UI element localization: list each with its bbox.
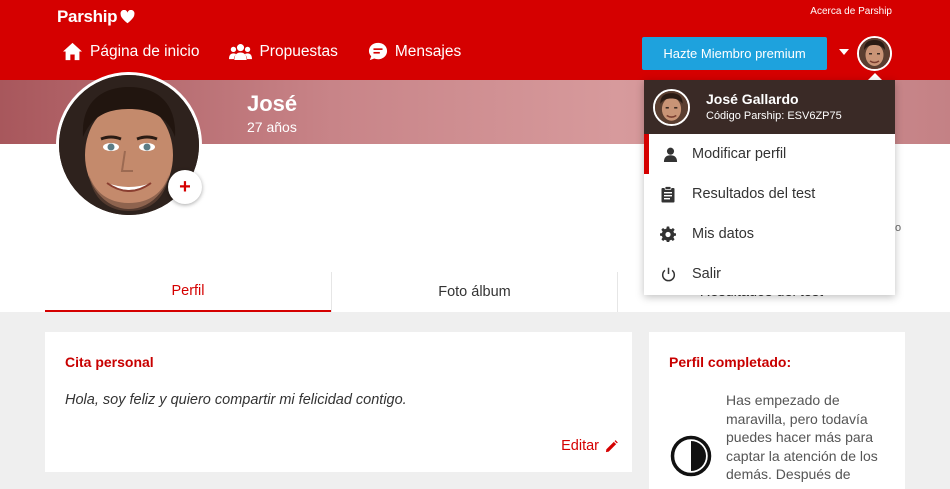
user-icon [663, 147, 678, 162]
user-dropdown-menu: José Gallardo Código Parship: ESV6ZP75 M… [644, 80, 895, 295]
completed-card-text: Has empezado de maravilla, pero todavía … [726, 392, 878, 483]
logo-text: Parship [57, 7, 118, 26]
header-avatar[interactable] [857, 36, 892, 71]
about-parship-link[interactable]: Acerca de Parship [810, 6, 892, 17]
pencil-icon [605, 439, 618, 452]
menu-item-edit-profile[interactable]: Modificar perfil [644, 134, 895, 174]
home-icon [63, 42, 82, 61]
chevron-down-icon[interactable] [839, 49, 849, 55]
clipboard-icon [661, 185, 675, 202]
tab-photo-album[interactable]: Foto álbum [331, 272, 617, 312]
dropdown-avatar [653, 89, 690, 126]
nav-messages[interactable]: Mensajes [368, 42, 461, 61]
tab-profile[interactable]: Perfil [45, 272, 331, 312]
menu-item-logout[interactable]: Salir [644, 254, 895, 294]
menu-item-label: Mis datos [692, 226, 755, 242]
heart-icon [120, 10, 135, 24]
dropdown-arrow [868, 73, 882, 80]
chat-icon [368, 42, 387, 61]
dropdown-user-code: Código Parship: ESV6ZP75 [706, 110, 842, 122]
add-photo-button[interactable]: + [168, 170, 202, 204]
edit-label: Editar [561, 438, 599, 454]
half-circle-progress-icon [670, 435, 712, 477]
gear-icon [660, 226, 676, 242]
profile-age: 27 años [247, 119, 297, 135]
edit-quote-button[interactable]: Editar [561, 438, 618, 454]
top-header: Parship Acerca de Parship Página de inic… [0, 0, 950, 80]
main-nav: Página de inicio Propuestas Mensajes [62, 42, 461, 61]
quote-text: Hola, soy feliz y quiero compartir mi fe… [65, 392, 407, 408]
power-icon [661, 267, 675, 281]
menu-item-test-results[interactable]: Resultados del test [644, 174, 895, 214]
parship-logo[interactable]: Parship [57, 7, 135, 27]
dropdown-user-header: José Gallardo Código Parship: ESV6ZP75 [644, 80, 895, 134]
menu-item-label: Modificar perfil [692, 146, 787, 162]
dropdown-user-name: José Gallardo [706, 91, 799, 107]
nav-home[interactable]: Página de inicio [62, 42, 199, 61]
personal-quote-card: Cita personal Hola, soy feliz y quiero c… [45, 332, 632, 472]
people-icon [229, 43, 253, 60]
tab-overflow-char: o [895, 222, 902, 234]
profile-name: José [247, 91, 298, 116]
premium-button[interactable]: Hazte Miembro premium [642, 37, 827, 70]
nav-messages-label: Mensajes [394, 42, 462, 60]
plus-icon: + [179, 175, 191, 198]
menu-item-label: Salir [692, 266, 722, 282]
menu-item-my-data[interactable]: Mis datos [644, 214, 895, 254]
profile-completed-card: Perfil completado: Has empezado de marav… [649, 332, 905, 489]
nav-proposals-label: Propuestas [259, 42, 338, 60]
quote-card-title: Cita personal [65, 354, 154, 370]
nav-home-label: Página de inicio [90, 42, 200, 60]
menu-item-label: Resultados del test [692, 186, 816, 202]
nav-proposals[interactable]: Propuestas [229, 42, 338, 61]
completed-card-title: Perfil completado: [669, 354, 792, 370]
